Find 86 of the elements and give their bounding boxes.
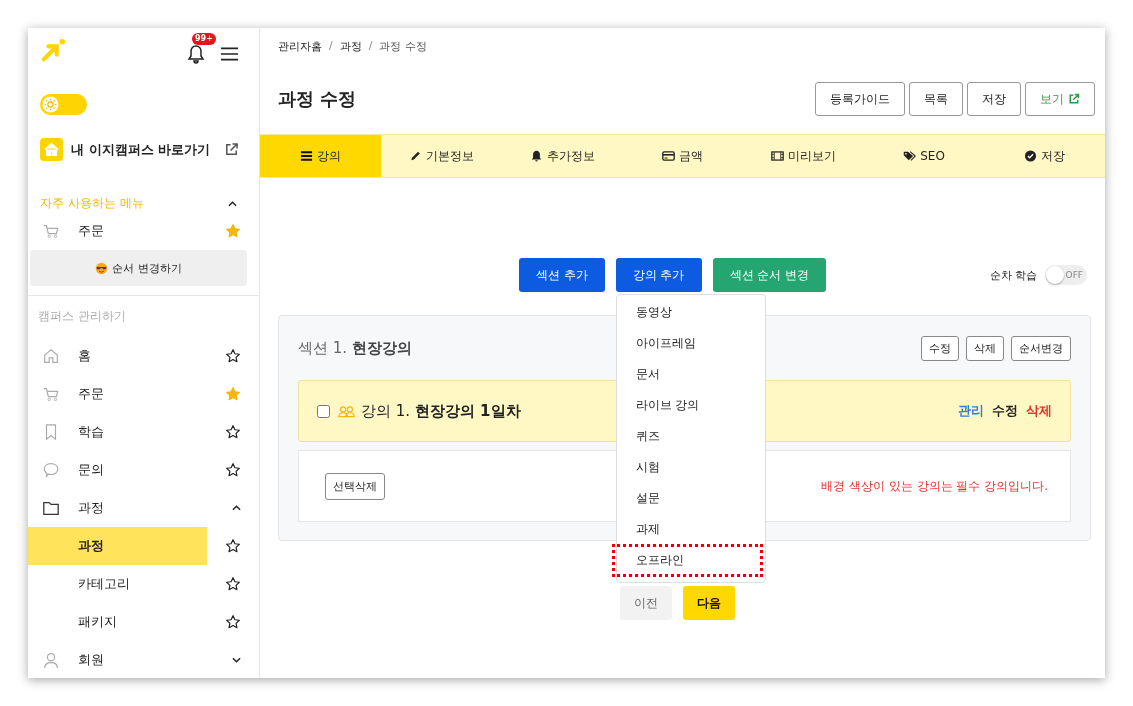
dropdown-item[interactable]: 문서 [618,359,762,390]
dropdown-item[interactable]: 라이브 강의 [618,390,762,421]
tab[interactable]: 미리보기 [743,135,864,177]
tab[interactable]: 기본정보 [381,135,502,177]
pager-button[interactable]: 이전 [620,586,672,620]
star-icon[interactable] [225,348,241,364]
external-link-icon [1068,93,1080,105]
submenu-item[interactable]: 패키지 [28,603,207,641]
dropdown-item[interactable]: 시험 [618,452,762,483]
tab[interactable]: 금액 [622,135,743,177]
dropdown-item[interactable]: 아이프레임 [618,328,762,359]
star-icon[interactable] [225,576,241,592]
menu-icon[interactable] [220,46,239,62]
menu-item[interactable]: 주문 [78,385,225,403]
check-circle-icon [1024,150,1038,162]
toggle-label: 순차 학습 [989,267,1037,283]
lecture-title: 강의 1. 현장강의 1일차 [361,401,521,421]
user-icon [42,651,60,669]
bell-icon [529,150,543,162]
star-icon[interactable] [225,538,241,554]
menu-item[interactable]: 주문 [78,222,225,240]
dropdown-item[interactable]: 퀴즈 [618,421,762,452]
menu-item[interactable]: 과정 [78,499,232,517]
speech-bubble-icon [42,461,60,479]
lecture-link[interactable]: 수정 [992,402,1018,420]
header-button[interactable]: 저장 [967,82,1021,116]
reorder-button[interactable]: 순서 변경하기 [30,250,247,286]
tags-icon [903,150,917,162]
submenu-item[interactable]: 과정 [28,527,207,565]
menu-item[interactable]: 회원 [78,651,232,669]
menu-item[interactable]: 학습 [78,423,225,441]
sunglasses-face-icon [95,261,109,275]
lecture-link[interactable]: 삭제 [1026,402,1052,420]
menu-item[interactable]: 홈 [78,347,225,365]
breadcrumb-link[interactable]: 관리자홈 [278,39,322,54]
section-heading: 캠퍼스 관리하기 [38,308,127,325]
tab[interactable]: 강의 [260,135,381,177]
delete-selected-button[interactable]: 선택삭제 [325,472,385,500]
menu-icon [300,150,313,162]
menu-item[interactable]: 문의 [78,461,225,479]
star-icon[interactable] [225,614,241,630]
chevron-icon[interactable] [232,505,241,511]
pager-button[interactable]: 다음 [683,586,735,620]
notification-badge: 99+ [192,33,216,45]
action-button[interactable]: 강의 추가 [615,258,702,292]
section-button[interactable]: 순서변경 [1011,335,1071,361]
chevron-icon[interactable] [232,657,241,663]
breadcrumb-separator: / [368,39,373,54]
tab[interactable]: 저장 [984,135,1105,177]
pencil-icon [408,150,422,162]
breadcrumb-link[interactable]: 과정 [339,39,362,54]
section-button[interactable]: 수정 [921,335,959,361]
credit-card-icon [662,150,676,162]
page-title: 과정 수정 [278,87,357,111]
notice-text: 배경 색상이 있는 강의는 필수 강의입니다. [821,477,1048,495]
header-button[interactable]: 등록가이드 [815,82,905,116]
sun-icon [42,96,59,113]
breadcrumb-separator: / [329,39,333,54]
checkbox[interactable] [317,404,330,418]
home-icon [40,138,63,161]
section-button[interactable]: 삭제 [966,335,1004,361]
people-icon [338,404,355,418]
bell-icon[interactable] [186,43,206,65]
cart-icon [42,222,60,240]
dropdown-item[interactable]: 설문 [618,483,762,514]
dropdown-item[interactable]: 오프라인 [612,545,762,576]
cart-icon [42,385,60,403]
film-icon [770,150,784,162]
dropdown-item[interactable]: 과제 [618,514,762,545]
chevron-icon[interactable] [228,200,237,207]
folder-icon [42,499,60,517]
header-button[interactable]: 보기 [1025,82,1095,116]
theme-toggle[interactable] [40,94,87,115]
section-title: 섹션 1. 현장강의 [298,338,412,358]
campus-link[interactable]: 내 이지캠퍼스 바로가기 [71,140,216,159]
external-link-icon[interactable] [224,142,239,157]
action-button[interactable]: 섹션 추가 [518,258,605,292]
tab[interactable]: SEO [863,135,985,177]
star-icon[interactable] [225,424,241,440]
home-icon [42,347,60,365]
star-icon[interactable] [225,462,241,478]
header-button[interactable]: 목록 [909,82,963,116]
lecture-link[interactable]: 관리 [958,402,984,420]
submenu-item[interactable]: 카테고리 [28,565,207,603]
tab[interactable]: 추가정보 [501,135,623,177]
dropdown-item[interactable]: 동영상 [618,297,762,328]
